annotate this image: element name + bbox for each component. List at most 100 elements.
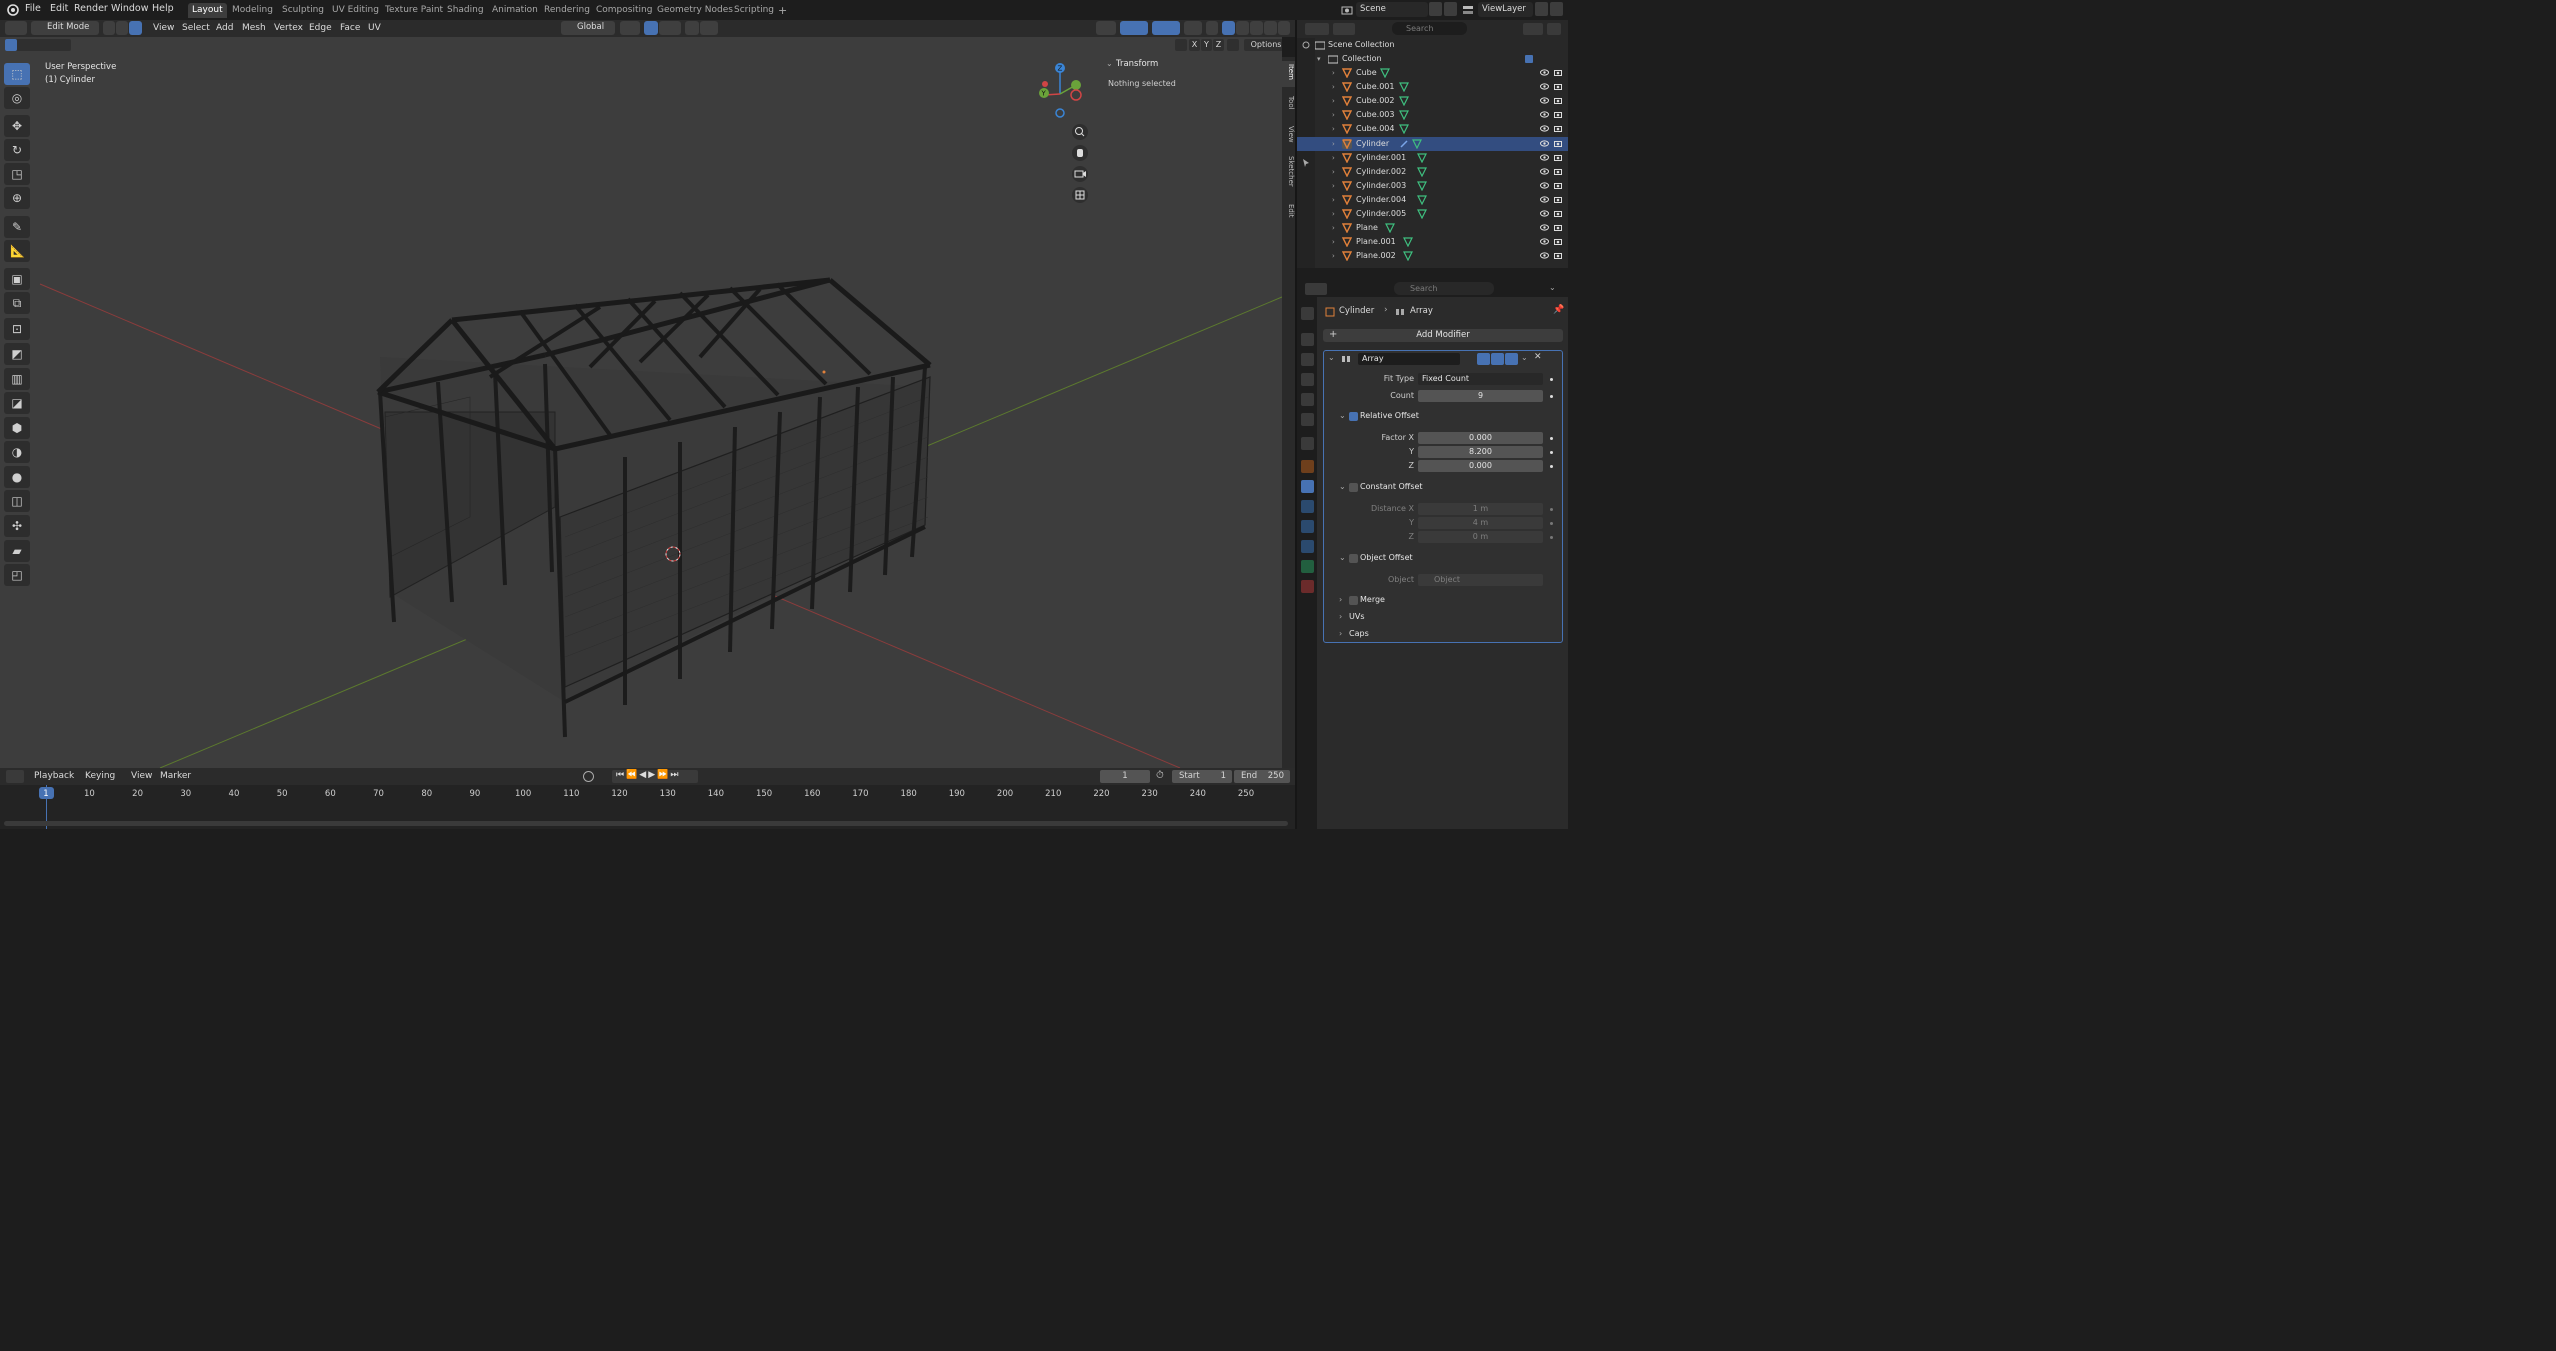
- outliner-object-row[interactable]: › Plane.001: [1297, 235, 1568, 249]
- menu-render[interactable]: Render: [74, 3, 108, 14]
- menu-file[interactable]: File: [25, 3, 41, 14]
- object-expand-icon[interactable]: ›: [1332, 165, 1335, 179]
- new-scene-button[interactable]: [1429, 2, 1442, 16]
- constant-y-keyframe-dot[interactable]: [1550, 522, 1553, 525]
- zoom-icon[interactable]: [1071, 123, 1089, 141]
- menu-window[interactable]: Window: [111, 3, 148, 14]
- outliner-row-collection[interactable]: ▾ Collection: [1297, 52, 1568, 66]
- eye-icon[interactable]: [1540, 182, 1549, 189]
- relative-offset-y-field[interactable]: 8.200: [1418, 446, 1543, 458]
- menu-timeline-view[interactable]: View: [131, 771, 152, 781]
- tab-modeling[interactable]: Modeling: [228, 3, 277, 18]
- render-camera-icon[interactable]: [1554, 238, 1562, 246]
- object-tab-icon[interactable]: [1301, 460, 1314, 473]
- shading-options-button[interactable]: [1278, 21, 1290, 35]
- object-expand-icon[interactable]: ›: [1332, 151, 1335, 165]
- mesh-data-icon[interactable]: [1403, 251, 1414, 262]
- menu-playback[interactable]: Playback: [34, 771, 74, 781]
- eye-icon[interactable]: [1540, 111, 1549, 118]
- outliner-object-row[interactable]: › Plane.002: [1297, 249, 1568, 263]
- playback-controls[interactable]: ⏮⏪◀▶⏩⏭: [612, 770, 698, 783]
- render-tab-icon[interactable]: [1301, 333, 1314, 346]
- display-mode-button[interactable]: [1333, 23, 1355, 35]
- blender-logo-icon[interactable]: [6, 3, 20, 17]
- menu-edit[interactable]: Edit: [50, 3, 68, 14]
- eye-icon[interactable]: [1540, 196, 1549, 203]
- constant-offset-y-field[interactable]: 4 m: [1418, 517, 1543, 529]
- mesh-data-icon[interactable]: [1398, 82, 1409, 93]
- select-box-tool[interactable]: ⬚: [4, 63, 30, 85]
- eye-icon[interactable]: [1540, 252, 1549, 259]
- relative-x-keyframe-dot[interactable]: [1550, 437, 1553, 440]
- outliner-object-row[interactable]: › Cylinder.004: [1297, 193, 1568, 207]
- current-frame-field[interactable]: 1: [1100, 770, 1150, 783]
- menu-help[interactable]: Help: [152, 3, 174, 14]
- add-workspace-button[interactable]: +: [774, 3, 791, 18]
- mesh-data-icon[interactable]: [1403, 237, 1414, 248]
- tab-layout[interactable]: Layout: [188, 3, 227, 18]
- delete-view-layer-button[interactable]: [1550, 2, 1563, 16]
- object-expand-icon[interactable]: ›: [1332, 207, 1335, 221]
- mesh-data-icon[interactable]: [1417, 209, 1428, 219]
- properties-search-input[interactable]: Search: [1394, 282, 1494, 295]
- tab-edit[interactable]: Edit: [1282, 201, 1295, 225]
- knife-tool[interactable]: ◪: [4, 392, 30, 414]
- physics-tab-icon[interactable]: [1301, 520, 1314, 533]
- rip-tool[interactable]: ◰: [4, 564, 30, 586]
- remove-modifier-icon[interactable]: ✕: [1534, 352, 1542, 362]
- outliner-object-row[interactable]: › Cylinder.005: [1297, 207, 1568, 221]
- smooth-tool[interactable]: ●: [4, 466, 30, 488]
- relative-offset-collapse-icon[interactable]: ⌄: [1339, 411, 1346, 420]
- new-view-layer-button[interactable]: [1535, 2, 1548, 16]
- eye-icon[interactable]: [1540, 153, 1549, 161]
- object-expand-icon[interactable]: ›: [1332, 94, 1335, 108]
- timeline-scrollbar[interactable]: [4, 821, 1288, 826]
- view-layer-tab-icon[interactable]: [1301, 373, 1314, 386]
- menu-uv[interactable]: UV: [368, 23, 381, 33]
- mesh-data-icon[interactable]: [1411, 138, 1422, 149]
- eye-icon[interactable]: [1540, 238, 1549, 245]
- modifier-menu-icon[interactable]: ⌄: [1521, 353, 1528, 362]
- shading-wireframe-button[interactable]: [1222, 21, 1235, 35]
- inset-tool[interactable]: ⊡: [4, 318, 30, 340]
- edge-select-button[interactable]: [116, 21, 128, 35]
- mesh-data-icon[interactable]: [1385, 223, 1395, 234]
- properties-options-icon[interactable]: ⌄: [1549, 283, 1556, 292]
- tab-uv-editing[interactable]: UV Editing: [328, 3, 383, 18]
- start-frame-field[interactable]: Start 1: [1172, 770, 1232, 783]
- shading-rendered-button[interactable]: [1264, 21, 1277, 35]
- tab-sculpting[interactable]: Sculpting: [278, 3, 328, 18]
- constant-offset-z-field[interactable]: 0 m: [1418, 531, 1543, 543]
- relative-offset-checkbox[interactable]: [1349, 412, 1358, 421]
- menu-keying[interactable]: Keying: [85, 771, 115, 781]
- constant-z-keyframe-dot[interactable]: [1550, 536, 1553, 539]
- eye-icon[interactable]: [1540, 125, 1549, 132]
- rotate-tool[interactable]: ↻: [4, 139, 30, 161]
- caps-expand-icon[interactable]: ›: [1339, 629, 1342, 638]
- delete-scene-button[interactable]: [1444, 2, 1457, 16]
- viewport-display-toggle[interactable]: [1491, 353, 1504, 365]
- eye-icon[interactable]: [1540, 69, 1549, 76]
- measure-tool[interactable]: 📐: [4, 240, 30, 262]
- 3d-viewport[interactable]: X Y Z Options User Perspective (1) Cylin…: [0, 37, 1282, 768]
- render-camera-icon[interactable]: [1554, 125, 1562, 133]
- outliner-search-input[interactable]: Search: [1392, 22, 1467, 35]
- render-camera-icon[interactable]: [1554, 210, 1562, 218]
- proportional-edit-toggle[interactable]: [685, 21, 699, 35]
- modifier-collapse-icon[interactable]: ⌄: [1328, 353, 1335, 362]
- tab-shading[interactable]: Shading: [443, 3, 488, 18]
- object-expand-icon[interactable]: ›: [1332, 108, 1335, 122]
- menu-add[interactable]: Add: [216, 23, 233, 33]
- scene-selector[interactable]: Scene: [1356, 2, 1428, 17]
- mesh-data-icon[interactable]: [1380, 68, 1391, 78]
- poly-build-tool[interactable]: ⬢: [4, 417, 30, 439]
- render-camera-icon[interactable]: [1554, 111, 1562, 119]
- transform-chevron-icon[interactable]: ⌄: [1106, 59, 1113, 68]
- render-camera-icon[interactable]: [1554, 69, 1562, 77]
- properties-editor-type-button[interactable]: [1305, 283, 1327, 295]
- collection-include-checkbox[interactable]: [1525, 55, 1533, 63]
- eye-icon[interactable]: [1540, 97, 1549, 104]
- tab-animation[interactable]: Animation: [488, 3, 542, 18]
- relative-offset-x-field[interactable]: 0.000: [1418, 432, 1543, 444]
- pivot-point-button[interactable]: [620, 21, 640, 35]
